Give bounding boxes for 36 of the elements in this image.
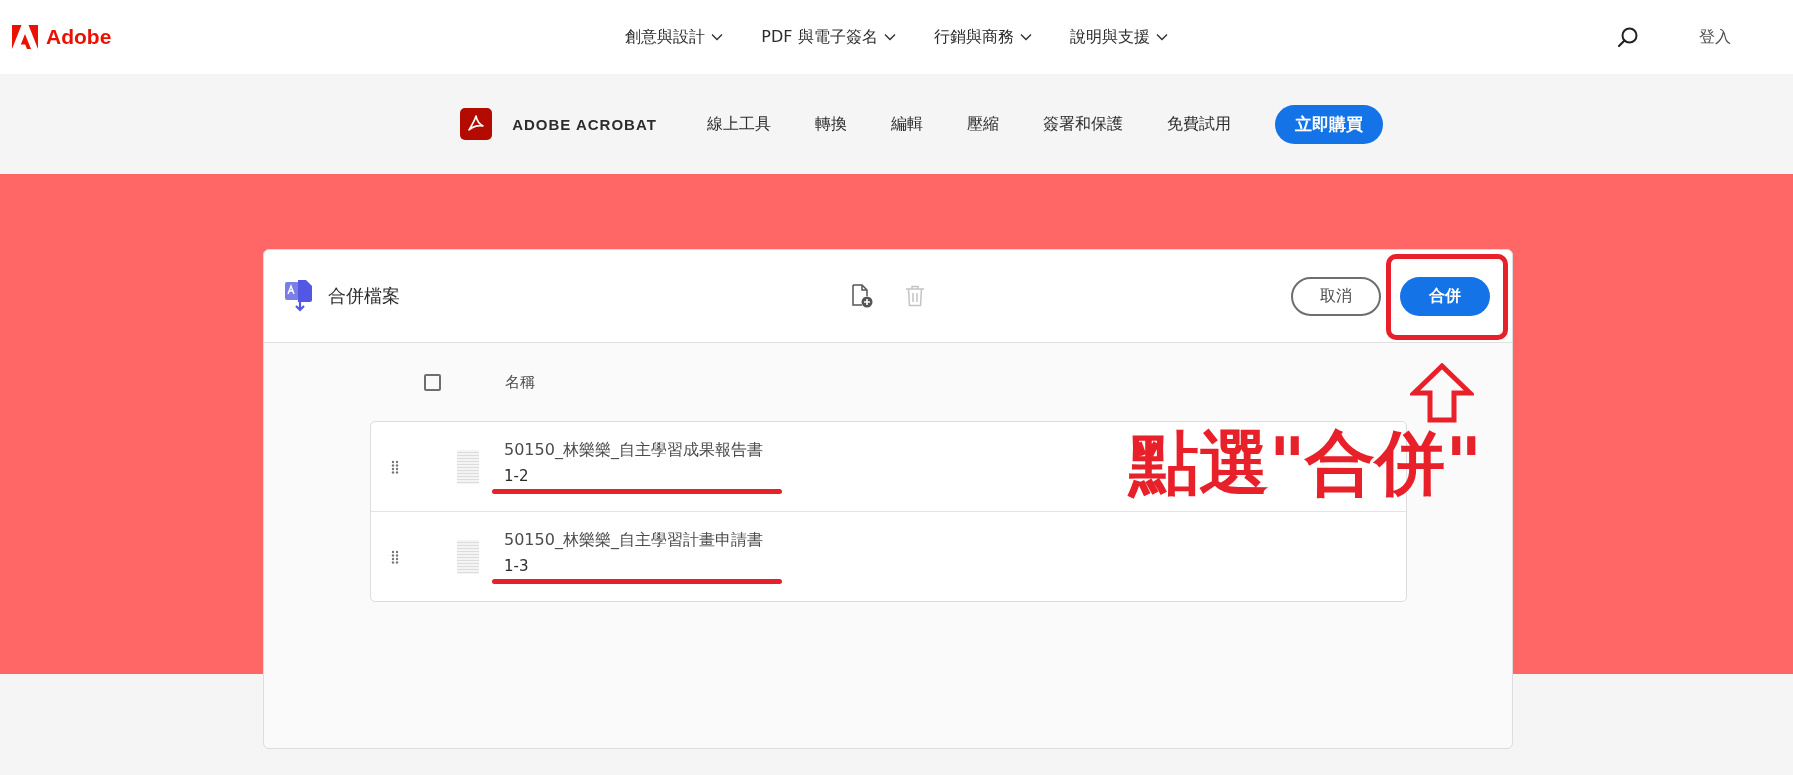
select-all-checkbox[interactable] xyxy=(424,373,441,391)
file-row[interactable]: 50150_林樂樂_自主學習成果報告書 1-2 xyxy=(371,422,1111,511)
file-name: 50150_林樂樂_自主學習成果報告書 xyxy=(504,439,764,461)
annotation-text: 點選"合併" xyxy=(1129,428,1482,498)
nav-menu-item[interactable]: 創意與設計 xyxy=(625,26,724,48)
document-thumbnail xyxy=(457,449,479,484)
product-nav-link[interactable]: 簽署和保護 xyxy=(1042,113,1123,135)
nav-menu-item[interactable]: 說明與支援 xyxy=(1069,26,1168,48)
add-file-icon[interactable] xyxy=(851,284,873,308)
adobe-wordmark[interactable]: Adobe xyxy=(46,25,112,49)
file-row[interactable]: 50150_林樂樂_自主學習計畫申請書 1-3 xyxy=(371,512,1111,601)
page-range: 1-3 xyxy=(504,556,530,575)
up-arrow-icon xyxy=(1410,363,1474,423)
acrobat-logo-icon xyxy=(460,108,493,140)
product-nav-link[interactable]: 免費試用 xyxy=(1166,113,1231,135)
nav-menu-item[interactable]: PDF 與電子簽名 xyxy=(761,26,896,48)
merge-files-icon xyxy=(284,280,314,312)
adobe-logo-icon xyxy=(12,25,38,49)
document-thumbnail xyxy=(457,539,479,574)
search-icon[interactable] xyxy=(1617,26,1639,48)
page-range: 1-2 xyxy=(504,466,530,485)
drag-handle-icon[interactable] xyxy=(391,459,399,474)
nav-menu-item[interactable]: 行銷與商務 xyxy=(933,26,1032,48)
sign-in-link[interactable]: 登入 xyxy=(1699,26,1731,48)
panel-title: 合併檔案 xyxy=(328,284,400,308)
product-nav-link[interactable]: 線上工具 xyxy=(706,113,771,135)
file-name: 50150_林樂樂_自主學習計畫申請書 xyxy=(504,529,764,551)
buy-now-button[interactable]: 立即購買 xyxy=(1274,104,1383,144)
cancel-button[interactable]: 取消 xyxy=(1291,276,1381,316)
product-nav-link[interactable]: 壓縮 xyxy=(966,113,999,135)
product-nav-link[interactable]: 編輯 xyxy=(890,113,923,135)
merge-button[interactable]: 合併 xyxy=(1400,276,1490,316)
drag-handle-icon[interactable] xyxy=(391,549,399,564)
product-nav-link[interactable]: 轉換 xyxy=(814,113,847,135)
product-name: ADOBE ACROBAT xyxy=(512,115,657,133)
column-header: 名稱 xyxy=(505,372,535,392)
